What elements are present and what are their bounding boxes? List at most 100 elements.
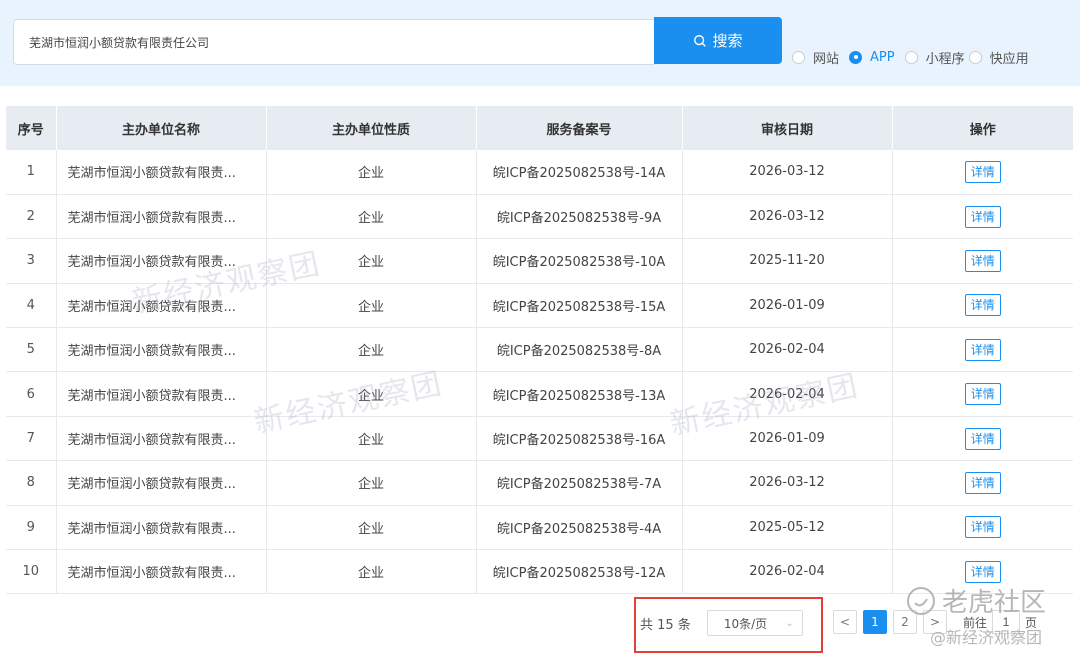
org-type-cell: 企业 [266, 371, 477, 417]
detail-button[interactable]: 详情 [964, 338, 1001, 361]
radio-label: 快应用 [989, 51, 1029, 67]
org-type-cell: 企业 [266, 194, 477, 240]
table-row: 5 芜湖市恒润小额贷款有限责... 企业 皖ICP备2025082538号-8A 202… [6, 327, 1073, 373]
action-cell: 详情 [892, 150, 1073, 195]
org-name-cell: 芜湖市恒润小额贷款有限责... [56, 371, 267, 417]
review-date-cell: 2026-01-09 [682, 283, 893, 329]
table-row: 4 芜湖市恒润小额贷款有限责... 企业 皖ICP备2025082538号-15A 20… [6, 283, 1073, 329]
review-date-cell: 2026-02-04 [682, 371, 893, 417]
icp-number-cell: 皖ICP备2025082538号-8A [476, 327, 683, 373]
search-button[interactable]: 搜索 [654, 17, 782, 64]
org-type-cell: 企业 [266, 238, 477, 284]
row-index: 5 [6, 327, 57, 373]
table-row: 10 芜湖市恒润小额贷款有限责... 企业 皖ICP备2025082538号-12A 2… [6, 549, 1073, 595]
review-date-cell: 2025-05-12 [682, 505, 893, 551]
detail-button[interactable]: 详情 [964, 516, 1001, 539]
radio-website[interactable]: 网站 [792, 48, 839, 67]
table-row: 2 芜湖市恒润小额贷款有限责... 企业 皖ICP备2025082538号-9A 202… [6, 194, 1073, 240]
table-row: 9 芜湖市恒润小额贷款有限责... 企业 皖ICP备2025082538号-4A 202… [6, 505, 1073, 551]
review-date-cell: 2026-02-04 [682, 549, 893, 595]
row-index: 7 [6, 416, 57, 462]
org-type-cell: 企业 [266, 549, 477, 595]
action-cell: 详情 [892, 238, 1073, 284]
org-type-cell: 企业 [266, 460, 477, 506]
row-index: 9 [6, 505, 57, 551]
detail-button[interactable]: 详情 [964, 294, 1001, 317]
radio-miniprogram[interactable]: 小程序 [904, 48, 965, 67]
radio-label: APP [870, 49, 895, 65]
org-name-cell: 芜湖市恒润小额贷款有限责... [56, 460, 267, 506]
results-table-wrap: 序号 主办单位名称 主办单位性质 服务备案号 审核日期 操作 1 芜湖市恒润小额贷… [6, 106, 1073, 595]
detail-button[interactable]: 详情 [964, 160, 1001, 183]
icp-number-cell: 皖ICP备2025082538号-7A [476, 460, 683, 506]
table-row: 3 芜湖市恒润小额贷款有限责... 企业 皖ICP备2025082538号-10A 20… [6, 238, 1073, 284]
icp-number-cell: 皖ICP备2025082538号-15A [476, 283, 683, 329]
detail-button[interactable]: 详情 [964, 471, 1001, 494]
action-cell: 详情 [892, 194, 1073, 240]
radio-app[interactable]: APP [849, 50, 895, 65]
page-1-button[interactable]: 1 [863, 610, 887, 634]
col-header-review-date: 审核日期 [682, 106, 893, 150]
review-date-cell: 2026-02-04 [682, 327, 893, 373]
radio-quickapp[interactable]: 快应用 [968, 48, 1029, 67]
page-2-button[interactable]: 2 [893, 610, 917, 634]
org-name-cell: 芜湖市恒润小额贷款有限责... [56, 194, 267, 240]
org-name-cell: 芜湖市恒润小额贷款有限责... [56, 416, 267, 462]
pagination-nav: < 1 2 > 前往 页 [833, 610, 1037, 634]
table-row: 8 芜湖市恒润小额贷款有限责... 企业 皖ICP备2025082538号-7A 202… [6, 460, 1073, 506]
col-header-org-name: 主办单位名称 [56, 106, 267, 150]
org-type-cell: 企业 [266, 416, 477, 462]
org-type-cell: 企业 [266, 283, 477, 329]
goto-page-input[interactable] [992, 610, 1021, 634]
goto-suffix: 页 [1025, 615, 1038, 630]
page-size-select[interactable]: 10条/页 ⌄ [706, 610, 803, 636]
radio-label: 网站 [813, 51, 840, 67]
action-cell: 详情 [892, 327, 1073, 373]
row-index: 1 [6, 150, 57, 195]
icp-number-cell: 皖ICP备2025082538号-12A [476, 549, 683, 595]
table-row: 6 芜湖市恒润小额贷款有限责... 企业 皖ICP备2025082538号-13A 20… [6, 371, 1073, 417]
search-button-label: 搜索 [712, 32, 743, 50]
search-icon [694, 34, 707, 47]
icp-number-cell: 皖ICP备2025082538号-16A [476, 416, 683, 462]
row-index: 3 [6, 238, 57, 284]
org-name-cell: 芜湖市恒润小额贷款有限责... [56, 327, 267, 373]
review-date-cell: 2026-03-12 [682, 150, 893, 195]
action-cell: 详情 [892, 549, 1073, 595]
row-index: 10 [6, 549, 57, 595]
search-input[interactable] [13, 19, 655, 65]
detail-button[interactable]: 详情 [964, 427, 1001, 450]
next-page-button[interactable]: > [923, 610, 947, 634]
detail-button[interactable]: 详情 [964, 383, 1001, 406]
action-cell: 详情 [892, 416, 1073, 462]
org-name-cell: 芜湖市恒润小额贷款有限责... [56, 549, 267, 595]
col-header-icp-number: 服务备案号 [476, 106, 683, 150]
row-index: 4 [6, 283, 57, 329]
detail-button[interactable]: 详情 [964, 205, 1001, 228]
table-row: 1 芜湖市恒润小额贷款有限责... 企业 皖ICP备2025082538号-14A 20… [6, 150, 1073, 195]
org-name-cell: 芜湖市恒润小额贷款有限责... [56, 150, 267, 195]
action-cell: 详情 [892, 460, 1073, 506]
icp-number-cell: 皖ICP备2025082538号-14A [476, 150, 683, 195]
prev-page-button[interactable]: < [833, 610, 857, 634]
detail-button[interactable]: 详情 [964, 249, 1001, 272]
action-cell: 详情 [892, 283, 1073, 329]
goto-label: 前往 [963, 615, 988, 630]
detail-button[interactable]: 详情 [964, 560, 1001, 583]
radio-dot [968, 50, 982, 64]
page-size-value: 10条/页 [723, 616, 768, 631]
radio-label: 小程序 [925, 51, 965, 67]
review-date-cell: 2026-03-12 [682, 460, 893, 506]
org-type-cell: 企业 [266, 505, 477, 551]
results-table: 序号 主办单位名称 主办单位性质 服务备案号 审核日期 操作 1 芜湖市恒润小额贷… [6, 106, 1073, 595]
action-cell: 详情 [892, 371, 1073, 417]
review-date-cell: 2025-11-20 [682, 238, 893, 284]
org-type-cell: 企业 [266, 150, 477, 195]
table-row: 7 芜湖市恒润小额贷款有限责... 企业 皖ICP备2025082538号-16A 20… [6, 416, 1073, 462]
icp-number-cell: 皖ICP备2025082538号-13A [476, 371, 683, 417]
org-name-cell: 芜湖市恒润小额贷款有限责... [56, 283, 267, 329]
table-header-row: 序号 主办单位名称 主办单位性质 服务备案号 审核日期 操作 [6, 106, 1073, 150]
chevron-down-icon: ⌄ [785, 617, 794, 629]
org-type-cell: 企业 [266, 327, 477, 373]
col-header-index: 序号 [6, 106, 57, 150]
